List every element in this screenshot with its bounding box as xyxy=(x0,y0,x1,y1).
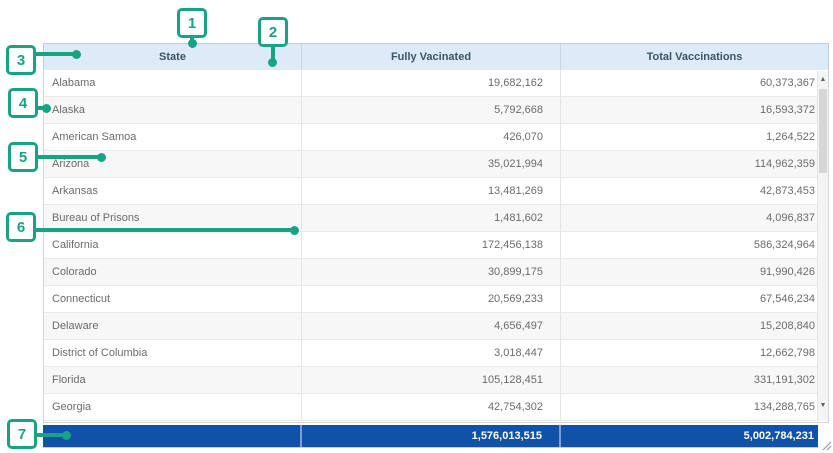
table-row[interactable]: California 172,456,138 586,324,964 xyxy=(44,232,828,259)
column-header-state[interactable]: State xyxy=(44,44,301,70)
state-cell: Arkansas xyxy=(44,178,301,204)
table-row[interactable]: Connecticut 20,569,233 67,546,234 xyxy=(44,286,828,313)
fully-cell: 35,021,994 xyxy=(301,151,560,177)
annotation-7-dot xyxy=(62,431,71,440)
annotation-4-box: 4 xyxy=(8,88,38,118)
total-cell: 15,208,840 xyxy=(560,313,828,339)
fully-cell: 1,481,602 xyxy=(301,205,560,231)
total-cell: 12,662,798 xyxy=(560,340,828,366)
table-row[interactable]: American Samoa 426,070 1,264,522 xyxy=(44,124,828,151)
annotation-7-box: 7 xyxy=(7,419,37,449)
table-row[interactable]: Colorado 30,899,175 91,990,426 xyxy=(44,259,828,286)
total-cell: 42,873,453 xyxy=(560,178,828,204)
resize-grip-icon[interactable] xyxy=(821,438,832,449)
table-row[interactable]: Georgia 42,754,302 134,288,765 xyxy=(44,394,828,421)
annotation-1-dot xyxy=(188,39,197,48)
annotation-6-line xyxy=(34,228,293,232)
fully-cell: 426,070 xyxy=(301,124,560,150)
totals-fully-cell: 1,576,013,515 xyxy=(300,425,559,447)
table-row[interactable]: Florida 105,128,451 331,191,302 xyxy=(44,367,828,394)
state-cell: Georgia xyxy=(44,394,301,420)
fully-cell: 13,481,269 xyxy=(301,178,560,204)
fully-cell: 30,899,175 xyxy=(301,259,560,285)
total-cell: 134,288,765 xyxy=(560,394,828,420)
table-body: Alabama 19,682,162 60,373,367 Alaska 5,7… xyxy=(43,70,829,423)
column-header-total-vaccinations[interactable]: Total Vaccinations xyxy=(560,44,828,70)
annotation-2-box: 2 xyxy=(258,17,288,47)
state-cell: District of Columbia xyxy=(44,340,301,366)
annotation-3-line xyxy=(34,52,76,56)
table-row[interactable]: Alabama 19,682,162 60,373,367 xyxy=(44,70,828,97)
total-cell: 4,096,837 xyxy=(560,205,828,231)
total-cell: 60,373,367 xyxy=(560,70,828,96)
totals-state-cell xyxy=(43,425,300,447)
annotation-5-line xyxy=(36,155,100,159)
table-row[interactable]: District of Columbia 3,018,447 12,662,79… xyxy=(44,340,828,367)
state-cell: Colorado xyxy=(44,259,301,285)
scroll-down-icon[interactable]: ▼ xyxy=(818,401,828,411)
total-cell: 114,962,359 xyxy=(560,151,828,177)
state-cell: Alaska xyxy=(44,97,301,123)
annotation-2-dot xyxy=(268,58,277,67)
total-cell: 331,191,302 xyxy=(560,367,828,393)
total-cell: 67,546,234 xyxy=(560,286,828,312)
fully-cell: 3,018,447 xyxy=(301,340,560,366)
state-cell: American Samoa xyxy=(44,124,301,150)
totals-total-cell: 5,002,784,231 xyxy=(559,425,818,447)
fully-cell: 105,128,451 xyxy=(301,367,560,393)
annotation-4-dot xyxy=(42,104,51,113)
state-cell: Florida xyxy=(44,367,301,393)
column-header-fully-vaccinated[interactable]: Fully Vacinated xyxy=(301,44,560,70)
annotation-3-dot xyxy=(72,50,81,59)
fully-cell: 4,656,497 xyxy=(301,313,560,339)
total-cell: 91,990,426 xyxy=(560,259,828,285)
totals-row: 1,576,013,515 5,002,784,231 xyxy=(43,425,818,448)
fully-cell: 20,569,233 xyxy=(301,286,560,312)
annotation-1-box: 1 xyxy=(177,8,207,38)
table-row[interactable]: Alaska 5,792,668 16,593,372 xyxy=(44,97,828,124)
total-cell: 16,593,372 xyxy=(560,97,828,123)
state-cell: Connecticut xyxy=(44,286,301,312)
table-row[interactable]: Delaware 4,656,497 15,208,840 xyxy=(44,313,828,340)
table-row[interactable]: Arizona 35,021,994 114,962,359 xyxy=(44,151,828,178)
annotation-6-dot xyxy=(290,226,299,235)
state-cell: Alabama xyxy=(44,70,301,96)
list-table-screen: State Fully Vacinated Total Vaccinations… xyxy=(0,0,833,453)
fully-cell: 42,754,302 xyxy=(301,394,560,420)
annotation-6-box: 6 xyxy=(6,212,36,242)
fully-cell: 172,456,138 xyxy=(301,232,560,258)
state-cell: Delaware xyxy=(44,313,301,339)
state-cell: California xyxy=(44,232,301,258)
table-row[interactable]: Arkansas 13,481,269 42,873,453 xyxy=(44,178,828,205)
total-cell: 586,324,964 xyxy=(560,232,828,258)
table-header-row: State Fully Vacinated Total Vaccinations xyxy=(43,43,829,71)
annotation-5-box: 5 xyxy=(8,142,38,172)
fully-cell: 19,682,162 xyxy=(301,70,560,96)
vertical-scrollbar[interactable]: ▲ ▼ xyxy=(817,71,828,421)
total-cell: 1,264,522 xyxy=(560,124,828,150)
annotation-3-box: 3 xyxy=(6,45,36,75)
fully-cell: 5,792,668 xyxy=(301,97,560,123)
annotation-5-dot xyxy=(97,153,106,162)
scroll-up-icon[interactable]: ▲ xyxy=(818,75,828,85)
scrollbar-thumb[interactable] xyxy=(819,89,827,173)
annotation-7-line xyxy=(35,433,65,437)
